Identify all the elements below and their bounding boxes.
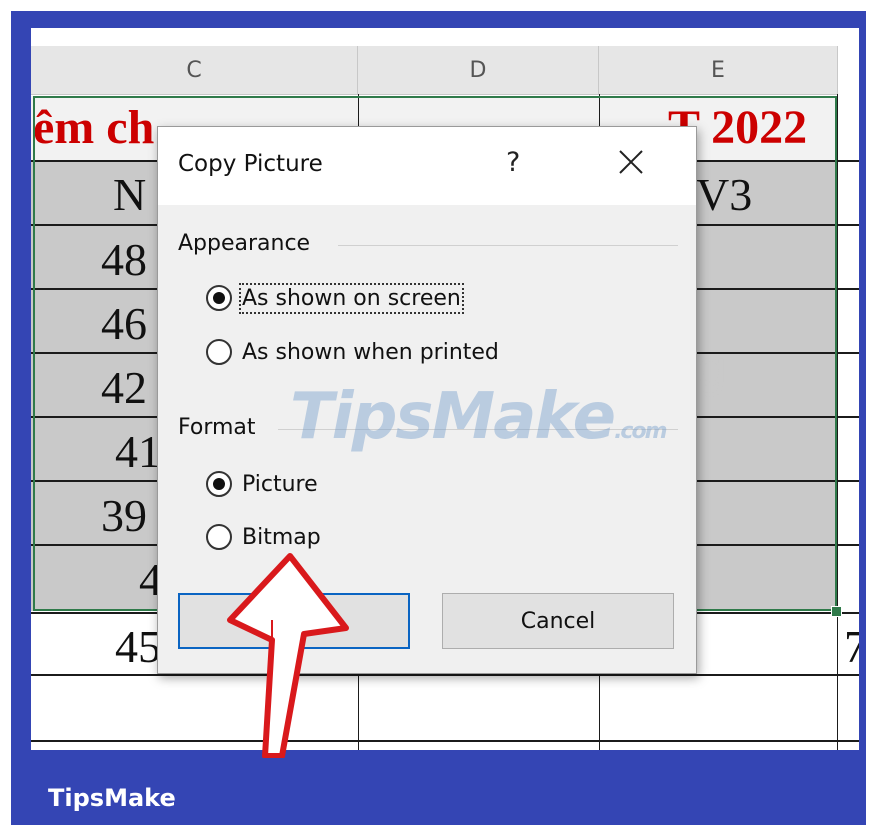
fill-handle[interactable] bbox=[831, 606, 842, 617]
radio-as-shown-when-printed[interactable]: As shown when printed bbox=[206, 339, 499, 365]
radio-button-checked[interactable] bbox=[206, 285, 232, 311]
dialog-titlebar: Copy Picture ? bbox=[158, 127, 696, 205]
tipsmake-brand: TipsMake bbox=[48, 784, 176, 812]
dialog-title: Copy Picture bbox=[178, 151, 323, 177]
appearance-group-label: Appearance bbox=[178, 231, 311, 256]
tipsmake-watermark: TipsMake.com bbox=[290, 380, 668, 454]
radio-button-checked[interactable] bbox=[206, 471, 232, 497]
radio-as-shown-on-screen[interactable]: As shown on screen bbox=[206, 282, 464, 314]
cancel-button[interactable]: Cancel bbox=[442, 593, 674, 649]
radio-label: Bitmap bbox=[242, 524, 321, 550]
format-group-label: Format bbox=[178, 415, 256, 440]
cell-value: 7 bbox=[844, 621, 859, 672]
column-header-d[interactable]: D bbox=[358, 46, 599, 95]
column-header-c[interactable]: C bbox=[31, 46, 358, 95]
cell-value: 45 bbox=[115, 621, 161, 672]
radio-button[interactable] bbox=[206, 524, 232, 550]
radio-label: As shown when printed bbox=[242, 339, 499, 365]
close-icon bbox=[619, 150, 643, 174]
grid-line bbox=[837, 94, 838, 750]
tipsmake-watermark-text: TipsMake bbox=[290, 380, 616, 454]
help-button[interactable]: ? bbox=[506, 147, 520, 178]
close-button[interactable] bbox=[614, 145, 648, 179]
grid-line bbox=[31, 740, 859, 742]
radio-label: As shown on screen bbox=[239, 282, 464, 314]
column-header-e[interactable]: E bbox=[599, 46, 838, 95]
group-divider bbox=[338, 245, 678, 246]
radio-button[interactable] bbox=[206, 339, 232, 365]
radio-bitmap[interactable]: Bitmap bbox=[206, 524, 321, 550]
tipsmake-watermark-suffix: .com bbox=[614, 419, 667, 444]
radio-picture[interactable]: Picture bbox=[206, 471, 318, 497]
grid-line bbox=[31, 674, 859, 676]
radio-label: Picture bbox=[242, 471, 318, 497]
annotation-arrow-icon bbox=[227, 553, 349, 758]
